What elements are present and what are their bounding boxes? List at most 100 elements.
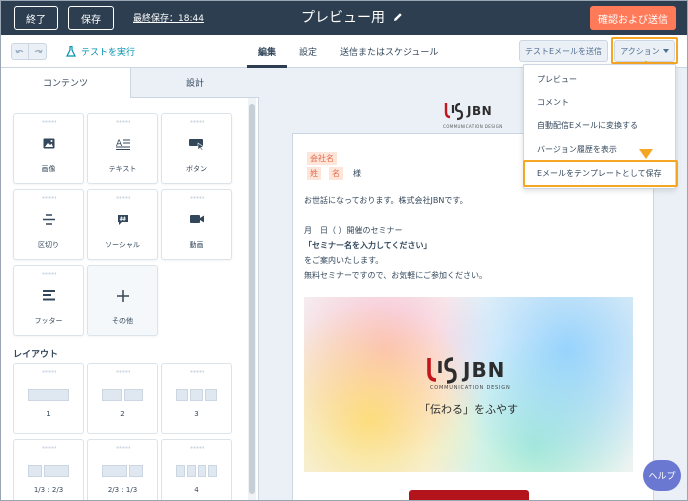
hero-logo-mark bbox=[427, 357, 457, 384]
merge-tag-first-name[interactable]: 名 bbox=[329, 167, 343, 180]
module-divider-label: 区切り bbox=[38, 241, 59, 249]
layout-4-column-label: 4 bbox=[194, 486, 199, 494]
email-header-logo[interactable]: JBN bbox=[444, 101, 492, 121]
image-icon bbox=[43, 138, 54, 149]
video-icon bbox=[189, 215, 204, 223]
divider-icon bbox=[42, 214, 55, 225]
flask-icon bbox=[66, 46, 76, 57]
drag-handle-icon bbox=[41, 120, 56, 123]
hero-logo: JBN bbox=[426, 355, 505, 385]
guide-text: をご案内いたします。 bbox=[304, 256, 384, 265]
left-panel-scrollbar[interactable] bbox=[248, 98, 256, 500]
module-text[interactable]: A テキスト bbox=[87, 113, 158, 184]
undo-icon bbox=[15, 49, 24, 53]
jbn-logo-mark bbox=[444, 102, 464, 121]
merge-tag-last-name[interactable]: 姓 bbox=[307, 167, 321, 180]
module-image-label: 画像 bbox=[41, 165, 56, 173]
drag-handle-icon bbox=[41, 196, 56, 199]
actions-button-highlight bbox=[611, 37, 678, 64]
tab-edit[interactable]: 編集 bbox=[258, 45, 276, 58]
confirm-and-send-button[interactable]: 確認および送信 bbox=[590, 6, 676, 30]
editor-window: 終了 保存 最終保存：18:44 プレビュー用 確認および送信 テストを実行 編… bbox=[0, 0, 688, 501]
test-run-label: テストを実行 bbox=[81, 48, 136, 58]
pencil-icon[interactable] bbox=[393, 12, 403, 22]
tab-send-or-schedule[interactable]: 送信またはスケジュール bbox=[340, 45, 438, 58]
layout-3-column-label: 3 bbox=[194, 410, 199, 418]
exit-button[interactable]: 終了 bbox=[14, 6, 58, 30]
top-bar: 終了 保存 最終保存：18:44 プレビュー用 確認および送信 bbox=[1, 1, 687, 35]
tab-design[interactable]: 設計 bbox=[130, 68, 259, 98]
save-button[interactable]: 保存 bbox=[68, 6, 114, 30]
redo-button[interactable] bbox=[29, 43, 47, 60]
undo-button[interactable] bbox=[11, 43, 29, 60]
layout-1-column-label: 1 bbox=[46, 410, 51, 418]
footer-icon bbox=[42, 290, 55, 301]
drag-handle-icon bbox=[115, 370, 130, 373]
module-text-label: テキスト bbox=[108, 165, 137, 173]
email-header-logo-text: JBN bbox=[467, 104, 493, 118]
email-title[interactable]: プレビュー用 bbox=[301, 7, 403, 27]
drag-handle-icon bbox=[189, 120, 204, 123]
layout-1-3-2-3-preview bbox=[28, 465, 69, 477]
button-cursor-icon bbox=[188, 139, 204, 150]
undo-redo-group bbox=[11, 43, 47, 60]
redo-icon bbox=[34, 49, 43, 53]
left-panel: コンテンツ 設計 画像 A テキスト ボタン 区切り ソーシャル 動画 フッター… bbox=[1, 68, 259, 500]
cta-button-partial[interactable] bbox=[409, 490, 529, 500]
text-icon: A bbox=[115, 139, 130, 150]
drag-handle-icon bbox=[41, 446, 56, 449]
drag-handle-icon bbox=[115, 196, 130, 199]
last-saved-link[interactable]: 最終保存：18:44 bbox=[133, 11, 204, 24]
layout-2-3-1-3[interactable]: 2/3 : 1/3 bbox=[87, 439, 158, 500]
module-footer[interactable]: フッター bbox=[13, 265, 84, 336]
module-button[interactable]: ボタン bbox=[161, 113, 232, 184]
tab-settings[interactable]: 設定 bbox=[299, 45, 317, 58]
email-title-text: プレビュー用 bbox=[301, 10, 385, 26]
drag-handle-icon bbox=[189, 196, 204, 199]
left-panel-scroll-thumb[interactable] bbox=[249, 104, 255, 494]
menu-item-comment[interactable]: コメント bbox=[537, 97, 569, 108]
module-divider[interactable]: 区切り bbox=[13, 189, 84, 260]
menu-item-convert-automated[interactable]: 自動配信Eメールに変換する bbox=[537, 120, 638, 131]
seminar-name-text: 「セミナー名を入力してください」 bbox=[304, 241, 432, 250]
module-social-label: ソーシャル bbox=[105, 241, 140, 249]
drag-handle-icon bbox=[115, 446, 130, 449]
tab-contents[interactable]: コンテンツ bbox=[1, 68, 130, 98]
hero-logo-subtitle: COMMUNICATION DESIGN bbox=[430, 385, 511, 391]
layout-2-column-preview bbox=[102, 389, 143, 401]
layout-2-column-label: 2 bbox=[120, 410, 125, 418]
help-button[interactable]: ヘルプ bbox=[643, 460, 681, 491]
social-hashtag-icon bbox=[117, 215, 128, 225]
layout-2-column[interactable]: 2 bbox=[87, 363, 158, 434]
layout-1-3-2-3[interactable]: 1/3 : 2/3 bbox=[13, 439, 84, 500]
menu-item-preview[interactable]: プレビュー bbox=[537, 74, 577, 85]
layout-3-column[interactable]: 3 bbox=[161, 363, 232, 434]
menu-item-version-history[interactable]: バージョン履歴を表示 bbox=[537, 144, 617, 155]
module-footer-label: フッター bbox=[34, 317, 63, 325]
preview-scrollbar[interactable] bbox=[679, 68, 687, 500]
save-as-template-highlight bbox=[523, 160, 678, 187]
honorific-text: 様 bbox=[353, 169, 361, 178]
drag-handle-icon bbox=[41, 370, 56, 373]
module-other[interactable]: その他 bbox=[87, 265, 158, 336]
drag-handle-icon bbox=[41, 272, 56, 275]
layout-2-3-1-3-preview bbox=[102, 465, 143, 477]
greeting-text: お世話になっております。株式会社JBNです。 bbox=[304, 196, 468, 205]
send-test-email-button[interactable]: テストEメールを送信 bbox=[519, 40, 608, 62]
test-run-button[interactable]: テストを実行 bbox=[66, 45, 135, 58]
layout-1-3-2-3-label: 1/3 : 2/3 bbox=[33, 486, 64, 494]
layout-1-column[interactable]: 1 bbox=[13, 363, 84, 434]
drag-handle-icon bbox=[115, 120, 130, 123]
annotation-arrow-head bbox=[639, 149, 653, 159]
drag-handle-icon bbox=[189, 446, 204, 449]
module-video-label: 動画 bbox=[189, 241, 204, 249]
hero-image[interactable]: JBN COMMUNICATION DESIGN 「伝わる」をふやす bbox=[304, 297, 633, 472]
layout-4-column[interactable]: 4 bbox=[161, 439, 232, 500]
module-social[interactable]: ソーシャル bbox=[87, 189, 158, 260]
hero-tagline: 「伝わる」をふやす bbox=[419, 403, 518, 416]
module-video[interactable]: 動画 bbox=[161, 189, 232, 260]
merge-tag-company[interactable]: 会社名 bbox=[307, 152, 337, 165]
module-image[interactable]: 画像 bbox=[13, 113, 84, 184]
layout-4-column-preview bbox=[176, 465, 217, 477]
plus-icon bbox=[116, 290, 129, 302]
